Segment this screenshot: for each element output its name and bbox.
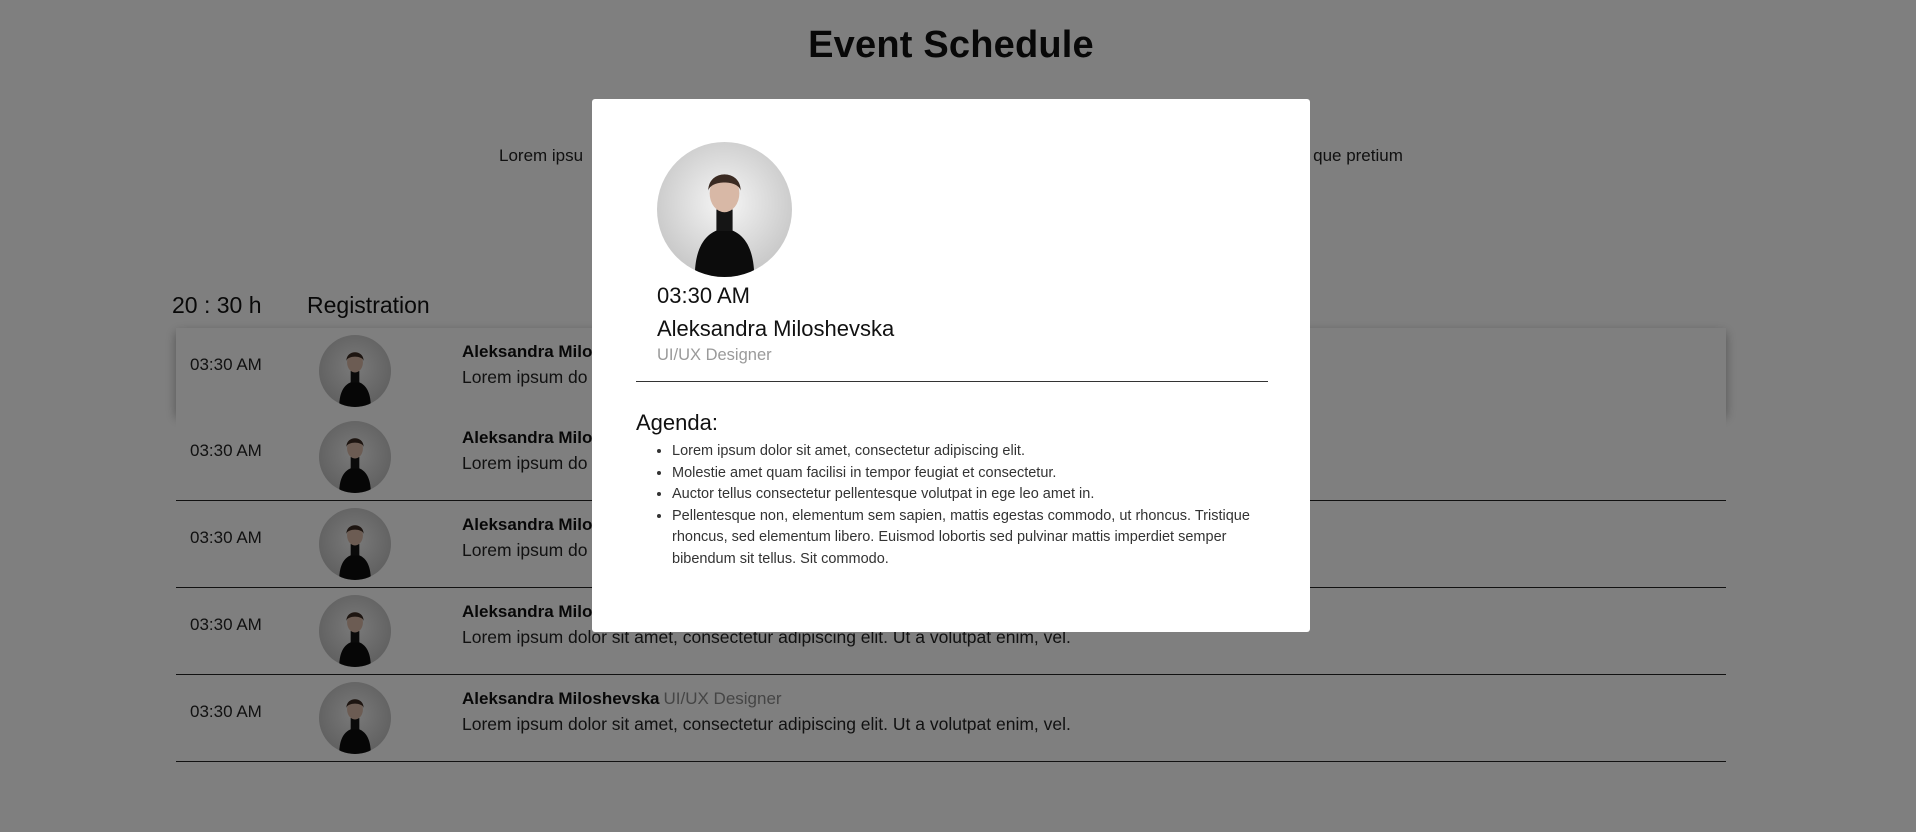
modal-speaker-role: UI/UX Designer [657,346,772,364]
page: Event Schedule Lorem ipsuque pretium 20 … [0,0,1916,832]
modal-speaker-name: Aleksandra Miloshevska [657,316,895,341]
modal-divider [636,381,1268,382]
agenda-title: Agenda: [636,410,718,435]
speaker-avatar-large [657,142,792,277]
agenda-item: Molestie amet quam facilisi in tempor fe… [672,463,1268,485]
agenda-item: Auctor tellus consectetur pellentesque v… [672,484,1268,506]
agenda-item: Lorem ipsum dolor sit amet, consectetur … [672,441,1268,463]
agenda-list: Lorem ipsum dolor sit amet, consectetur … [636,441,1268,570]
speaker-modal: 03:30 AM Aleksandra Miloshevska UI/UX De… [592,99,1310,632]
agenda-item: Pellentesque non, elementum sem sapien, … [672,506,1268,571]
modal-time: 03:30 AM [657,283,750,308]
